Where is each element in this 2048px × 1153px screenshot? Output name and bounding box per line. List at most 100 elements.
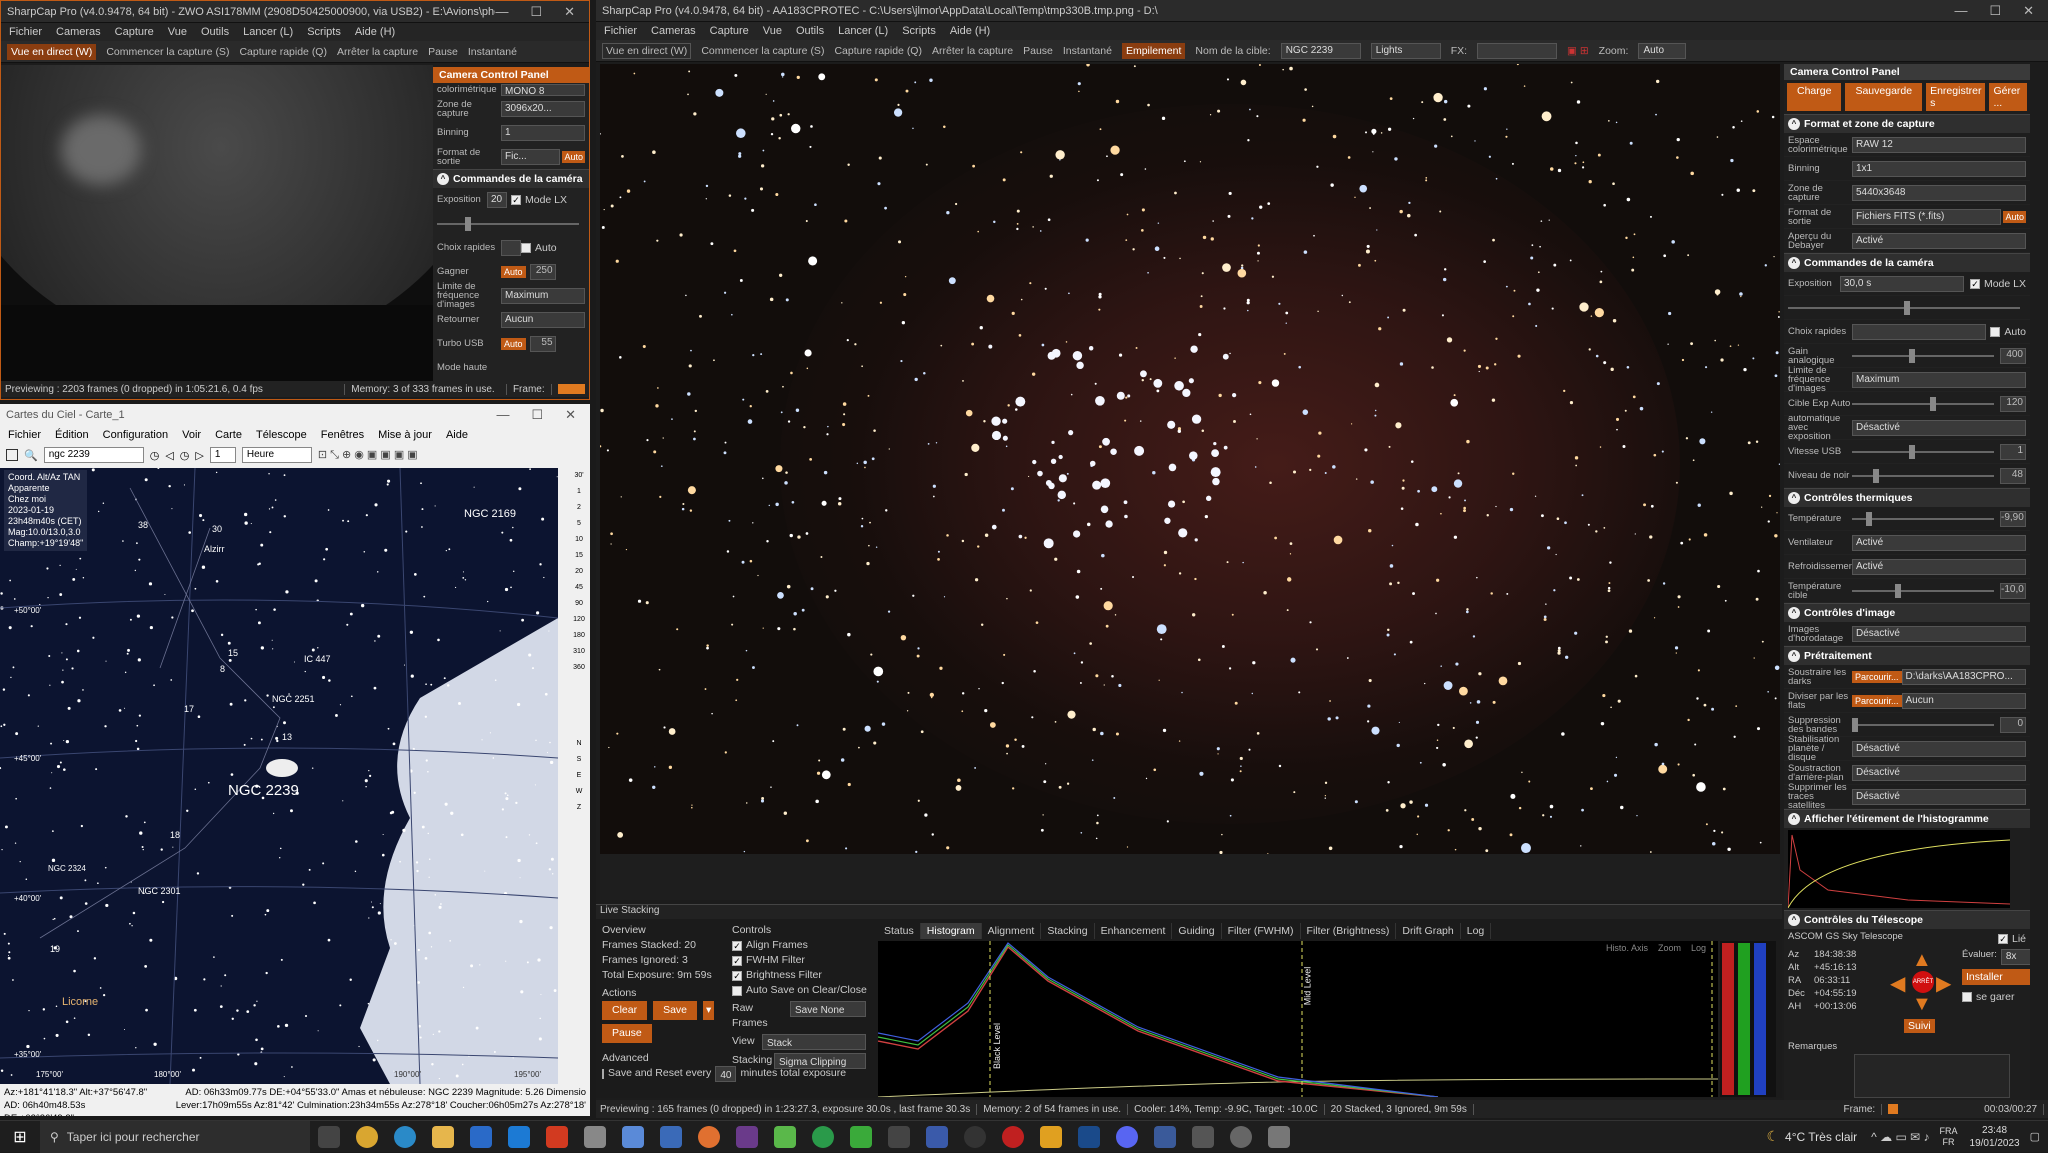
stop-button[interactable]: ARRÊT xyxy=(1912,971,1934,993)
red-level-bar[interactable] xyxy=(1722,943,1734,1095)
tab-status[interactable]: Status xyxy=(878,923,921,939)
app-icon-16[interactable] xyxy=(1268,1125,1290,1148)
gain-slider[interactable] xyxy=(1852,348,1994,363)
banding-slider[interactable] xyxy=(1852,717,1994,732)
auto-exp-target-input[interactable]: 120 xyxy=(2000,395,2026,412)
chrome-icon[interactable] xyxy=(356,1125,378,1148)
north-arrow-icon[interactable]: ▲ xyxy=(1912,949,1932,972)
quick-choice-select[interactable] xyxy=(501,239,521,256)
stop-capture-button[interactable]: Arrêter la capture xyxy=(337,46,418,58)
edge-icon[interactable] xyxy=(394,1125,416,1148)
explorer-icon[interactable] xyxy=(432,1125,454,1148)
usb-speed-slider[interactable] xyxy=(1852,444,1994,459)
save-reset-checkbox[interactable] xyxy=(602,1068,604,1079)
auto-button[interactable]: Auto xyxy=(2003,210,2026,223)
maximize-icon[interactable]: ☐ xyxy=(530,4,542,20)
capture-area-select[interactable]: 5440x3648 xyxy=(1852,184,2026,201)
timestamp-select[interactable]: Désactivé xyxy=(1852,625,2026,642)
auto-exp-target-slider[interactable] xyxy=(1852,396,1994,411)
menu-fenetres[interactable]: Fenêtres xyxy=(321,429,364,441)
quick-capture-button[interactable]: Capture rapide (Q) xyxy=(239,46,327,58)
quick-capture-button[interactable]: Capture rapide (Q) xyxy=(834,45,922,57)
title-bar[interactable]: SharpCap Pro (v4.0.9478, 64 bit) - AA183… xyxy=(596,0,2048,22)
app-icon-3[interactable] xyxy=(660,1125,682,1148)
collapse-icon[interactable]: ^ xyxy=(1788,257,1800,269)
pause-button[interactable]: Pause xyxy=(428,46,458,58)
weather-text[interactable]: 4°C Très clair xyxy=(1785,1130,1857,1144)
target-temp-slider[interactable] xyxy=(1852,583,1994,598)
clock-icon[interactable]: ◷ xyxy=(150,449,160,462)
gain-input[interactable]: 250 xyxy=(529,263,556,280)
fan-select[interactable]: Activé xyxy=(1852,534,2026,551)
step-input[interactable]: 1 xyxy=(209,447,236,463)
camera-controls-section[interactable]: ^ Commandes de la caméra xyxy=(1784,253,2030,272)
banding-input[interactable]: 0 xyxy=(2000,716,2026,733)
exposure-input[interactable]: 30,0 s xyxy=(1840,275,1964,292)
weather-icon[interactable]: ☾ xyxy=(1766,1128,1779,1145)
binning-select[interactable]: 1 xyxy=(501,124,585,141)
time-icon[interactable]: ◷ xyxy=(180,449,190,462)
blue-level-bar[interactable] xyxy=(1754,943,1766,1095)
colorspace-select[interactable]: MONO 8 xyxy=(501,83,585,96)
tool-icons[interactable]: ▣ ⊞ xyxy=(1567,45,1589,57)
framerate-select[interactable]: Maximum xyxy=(1852,371,2026,388)
brightness-filter-checkbox[interactable]: ✓ xyxy=(732,970,742,981)
slider-knob[interactable] xyxy=(1873,468,1880,483)
menu-voir[interactable]: Voir xyxy=(182,429,201,441)
minimize-icon[interactable]: — xyxy=(496,407,509,423)
unit-select[interactable]: Heure xyxy=(241,447,312,463)
browse-dark-button[interactable]: Parcourir... xyxy=(1852,670,1902,683)
language-indicator[interactable]: FRA FR xyxy=(1940,1126,1958,1148)
clock[interactable]: 23:48 19/01/2023 xyxy=(1970,1124,2020,1150)
mode-lx-checkbox[interactable]: ✓ xyxy=(1969,278,1980,289)
turbo-input[interactable]: 55 xyxy=(529,335,556,352)
auto-exposure-select[interactable]: Désactivé xyxy=(1852,419,2026,436)
browse-flat-button[interactable]: Parcourir... xyxy=(1852,694,1902,707)
fx-select[interactable] xyxy=(1477,42,1558,59)
stretch-histogram[interactable] xyxy=(1787,830,2011,909)
save-button[interactable]: Save xyxy=(653,1001,698,1020)
menu-aide[interactable]: Aide (H) xyxy=(950,25,990,37)
dark-select[interactable]: D:\darks\AA183CPRO... xyxy=(1901,668,2026,685)
stop-capture-button[interactable]: Arrêter la capture xyxy=(932,45,1013,57)
office-icon[interactable] xyxy=(546,1125,568,1148)
exposure-input[interactable]: 20 xyxy=(487,191,507,208)
auto-button[interactable]: Auto xyxy=(562,150,585,163)
hist-log-option[interactable]: Log xyxy=(1691,943,1706,953)
app-icon-4[interactable] xyxy=(736,1125,758,1148)
search-icon[interactable]: 🔍 xyxy=(24,449,38,462)
task-view-icon[interactable] xyxy=(318,1125,340,1148)
menu-lancer[interactable]: Lancer (L) xyxy=(243,26,293,38)
install-button[interactable]: Installer xyxy=(1962,969,2030,985)
toolbar-icons[interactable]: ⊡ ⤡ ⊕ ◉ ▣ ▣ ▣ ▣ xyxy=(318,448,418,462)
menu-fichier[interactable]: Fichier xyxy=(8,429,41,441)
close-icon[interactable]: ✕ xyxy=(2023,3,2034,19)
cooler-select[interactable]: Activé xyxy=(1852,558,2026,575)
binning-select[interactable]: 1x1 xyxy=(1852,160,2026,177)
preprocessing-section[interactable]: ^ Prétraitement xyxy=(1784,646,2030,665)
zoom-select[interactable]: Auto xyxy=(1638,42,1687,59)
rate-select[interactable]: 8x xyxy=(2000,949,2030,965)
app-icon-7[interactable] xyxy=(850,1125,872,1148)
app-icon-1[interactable] xyxy=(584,1125,606,1148)
back-icon[interactable]: ◁ xyxy=(165,449,173,462)
app-icon-13[interactable] xyxy=(1078,1125,1100,1148)
frame-type-select[interactable]: Lights xyxy=(1370,42,1441,59)
gain-input[interactable]: 400 xyxy=(2000,347,2026,364)
pause-button[interactable]: Pause xyxy=(1023,45,1053,57)
mode-lx-checkbox[interactable]: ✓ xyxy=(511,194,521,205)
maximize-icon[interactable]: ☐ xyxy=(531,407,543,423)
camera-controls-section[interactable]: ^ Commandes de la caméra xyxy=(433,169,589,188)
title-bar[interactable]: SharpCap Pro (v4.0.9478, 64 bit) - ZWO A… xyxy=(1,1,589,23)
load-button[interactable]: Charge xyxy=(1787,83,1842,111)
collapse-icon[interactable]: ^ xyxy=(1788,118,1800,130)
app-icon-11[interactable] xyxy=(1002,1125,1024,1148)
menu-mise-a-jour[interactable]: Mise à jour xyxy=(378,429,432,441)
tracking-button[interactable]: Suivi xyxy=(1904,1019,1935,1033)
app-icon-6[interactable] xyxy=(812,1125,834,1148)
align-frames-checkbox[interactable]: ✓ xyxy=(732,940,742,951)
menu-fichier[interactable]: Fichier xyxy=(9,26,42,38)
black-level-input[interactable]: 48 xyxy=(2000,467,2026,484)
tab-filter-fwhm[interactable]: Filter (FWHM) xyxy=(1222,923,1301,939)
target-select[interactable]: NGC 2239 xyxy=(1280,42,1361,59)
